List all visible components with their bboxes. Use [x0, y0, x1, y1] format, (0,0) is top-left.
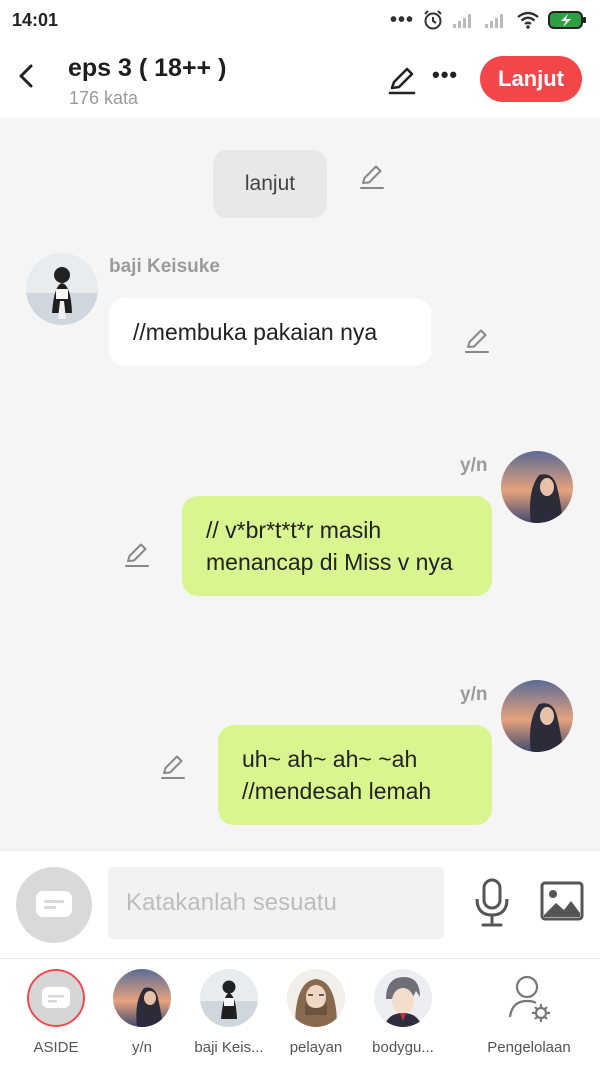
message-bubble[interactable]: // v*br*t*t*r masih menancap di Miss v n…: [182, 496, 492, 596]
image-icon[interactable]: [540, 881, 584, 921]
speaker-name: y/n: [460, 684, 488, 705]
character-label: ASIDE: [33, 1039, 79, 1056]
aside-avatar: [27, 969, 85, 1027]
chat-area[interactable]: lanjut baji Keisuke //membuka pakaian ny…: [0, 118, 600, 850]
manage-icon-wrap: [500, 969, 558, 1027]
page-title: eps 3 ( 18++ ): [68, 54, 227, 82]
status-bar: 14:01 •••: [0, 0, 600, 42]
word-count: 176 kata: [69, 88, 139, 108]
signal-icon-2: [485, 14, 503, 28]
character-label: y/n: [131, 1039, 152, 1056]
edit-pencil-icon[interactable]: [357, 162, 387, 192]
character-bar: ASIDE y/n baji Keis... pelayan bodygu...…: [0, 958, 600, 1067]
bodyguard-avatar: [374, 969, 432, 1027]
character-label: bodygu...: [372, 1039, 434, 1056]
speaker-name: y/n: [460, 455, 488, 476]
more-options-icon[interactable]: •••: [432, 64, 460, 90]
avatar-yn[interactable]: [501, 680, 573, 752]
more-dots-icon: •••: [389, 9, 414, 31]
character-label: baji Keis...: [194, 1039, 264, 1056]
yn-avatar: [113, 969, 171, 1027]
alarm-icon: [424, 10, 442, 30]
character-yn[interactable]: y/n: [97, 969, 187, 1056]
avatar-yn[interactable]: [501, 451, 573, 523]
character-bodyguard[interactable]: bodygu...: [358, 969, 448, 1056]
character-label: pelayan: [289, 1039, 343, 1056]
message-bubble[interactable]: //membuka pakaian nya: [109, 298, 431, 366]
pelayan-avatar: [287, 969, 345, 1027]
signal-icon: [453, 14, 471, 28]
status-icons: •••: [390, 9, 588, 31]
speaker-name: baji Keisuke: [109, 256, 220, 277]
back-button[interactable]: [10, 58, 42, 94]
character-label: Pengelolaan: [487, 1039, 571, 1056]
edit-pencil-icon[interactable]: [122, 540, 152, 570]
character-baji-keisuke[interactable]: baji Keis...: [184, 969, 274, 1056]
status-time: 14:01: [12, 10, 59, 30]
edit-pencil-icon[interactable]: [462, 326, 492, 356]
aside-toggle-button[interactable]: [16, 867, 92, 943]
chat-bubble-icon: [36, 891, 72, 917]
baji-avatar: [200, 969, 258, 1027]
wifi-icon: [517, 11, 539, 29]
message-bubble[interactable]: uh~ ah~ ah~ ~ah //mendesah lemah: [218, 725, 492, 825]
edit-pencil-icon[interactable]: [158, 752, 188, 782]
avatar-baji-keisuke[interactable]: [26, 253, 98, 325]
chapter-header: eps 3 ( 18++ ) 176 kata ••• Lanjut: [0, 42, 600, 118]
message-input[interactable]: [108, 867, 444, 939]
microphone-icon[interactable]: [472, 877, 512, 929]
chevron-left-icon: [19, 64, 33, 88]
character-pelayan[interactable]: pelayan: [271, 969, 361, 1056]
narration-bubble[interactable]: lanjut: [213, 150, 327, 218]
next-button[interactable]: Lanjut: [480, 56, 582, 102]
person-gear-icon: [508, 975, 550, 1022]
input-bar: [0, 850, 600, 958]
battery-icon: [548, 11, 586, 29]
manage-characters-button[interactable]: Pengelolaan: [484, 969, 574, 1056]
edit-title-icon[interactable]: [386, 64, 418, 96]
character-aside[interactable]: ASIDE: [11, 969, 101, 1056]
